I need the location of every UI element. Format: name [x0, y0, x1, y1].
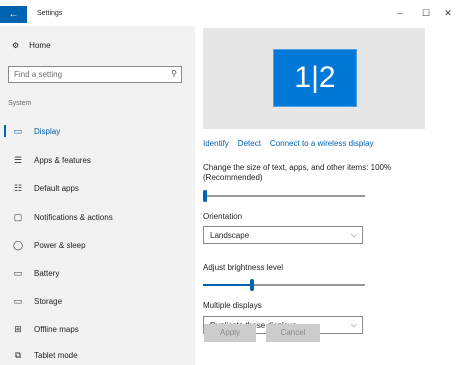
tablet-mode-icon: ⧉	[14, 349, 22, 360]
detect-link[interactable]: Detect	[238, 139, 261, 148]
sidebar-item-default-apps[interactable]: ☷ Default apps	[0, 177, 195, 199]
sidebar-item-power-sleep[interactable]: ◯ Power & sleep	[0, 234, 195, 256]
display-icon: ▭	[13, 125, 23, 136]
sidebar-item-label: Storage	[34, 296, 63, 306]
display-arrangement-preview: 1|2	[203, 28, 425, 129]
search-icon[interactable]: ⚲	[171, 69, 177, 78]
minimize-icon: –	[397, 8, 403, 18]
brightness-label: Adjust brightness level	[203, 263, 284, 272]
cancel-button[interactable]: Cancel	[266, 324, 320, 342]
battery-icon: ▭	[13, 267, 23, 278]
apps-list-icon: ☰	[13, 154, 23, 165]
sidebar-item-label: Default apps	[34, 183, 79, 193]
sidebar-item-battery[interactable]: ▭ Battery	[0, 262, 195, 284]
connect-wireless-link[interactable]: Connect to a wireless display	[270, 139, 374, 148]
slider-thumb[interactable]	[249, 279, 254, 291]
minimize-button[interactable]: –	[393, 8, 407, 18]
map-icon: ⊞	[14, 323, 22, 334]
sidebar-item-label: Power & sleep	[34, 240, 86, 250]
sidebar-item-apps-features[interactable]: ☰ Apps & features	[0, 149, 195, 171]
scale-slider[interactable]	[203, 190, 365, 202]
sidebar-item-display[interactable]: ▭ Display	[0, 120, 195, 142]
power-icon: ◯	[12, 239, 24, 250]
default-apps-icon: ☷	[13, 182, 23, 193]
sidebar-item-storage[interactable]: ▭ Storage	[0, 290, 195, 312]
sidebar-item-label: Apps & features	[34, 155, 91, 165]
display-links: Identify Detect Connect to a wireless di…	[203, 139, 374, 148]
sidebar-item-label: Notifications & actions	[34, 212, 113, 222]
sidebar-item-label: Tablet mode	[34, 350, 78, 360]
display-settings-panel: 1|2 Identify Detect Connect to a wireles…	[195, 26, 459, 365]
home-label: Home	[29, 41, 51, 50]
notifications-icon: ▢	[13, 211, 23, 222]
gear-icon: ⚙	[12, 41, 20, 50]
maximize-button[interactable]: ☐	[419, 8, 433, 19]
search-input[interactable]: Find a setting ⚲	[8, 66, 182, 83]
sidebar-item-label: Battery	[34, 268, 60, 278]
scale-label: Change the size of text, apps, and other…	[203, 163, 392, 182]
storage-icon: ▭	[13, 295, 23, 306]
search-placeholder: Find a setting	[14, 70, 63, 79]
title-bar: ← Settings – ☐ ✕	[0, 0, 459, 26]
chevron-down-icon: ⌵	[350, 230, 357, 239]
orientation-label: Orientation	[203, 212, 243, 221]
active-indicator	[4, 125, 6, 137]
identify-link[interactable]: Identify	[203, 139, 229, 148]
close-icon: ✕	[444, 8, 452, 18]
slider-thumb[interactable]	[203, 190, 207, 202]
slider-track	[203, 195, 365, 197]
slider-fill	[203, 284, 252, 286]
orientation-value: Landscape	[210, 231, 250, 240]
chevron-down-icon: ⌵	[350, 320, 357, 329]
sidebar-item-tablet-mode[interactable]: ⧉ Tablet mode	[0, 344, 195, 365]
sidebar-item-offline-maps[interactable]: ⊞ Offline maps	[0, 318, 195, 340]
group-label-system: System	[8, 100, 32, 107]
back-arrow-icon: ←	[8, 9, 19, 20]
back-button[interactable]: ←	[0, 6, 27, 23]
apply-button[interactable]: Apply	[204, 324, 256, 342]
maximize-icon: ☐	[421, 8, 431, 18]
orientation-dropdown[interactable]: Landscape ⌵	[203, 226, 363, 244]
brightness-slider[interactable]	[203, 279, 365, 291]
monitor-tile[interactable]: 1|2	[273, 49, 357, 107]
multiple-displays-label: Multiple displays	[203, 301, 262, 310]
sidebar-item-label: Display	[34, 126, 61, 136]
sidebar: ⚙ Home Find a setting ⚲ System ▭ Display…	[0, 26, 195, 365]
home-link[interactable]: ⚙ Home	[12, 41, 51, 50]
window-title: Settings	[37, 10, 63, 17]
sidebar-item-label: Offline maps	[34, 324, 79, 334]
sidebar-item-notifications[interactable]: ▢ Notifications & actions	[0, 206, 195, 228]
close-button[interactable]: ✕	[441, 8, 455, 19]
